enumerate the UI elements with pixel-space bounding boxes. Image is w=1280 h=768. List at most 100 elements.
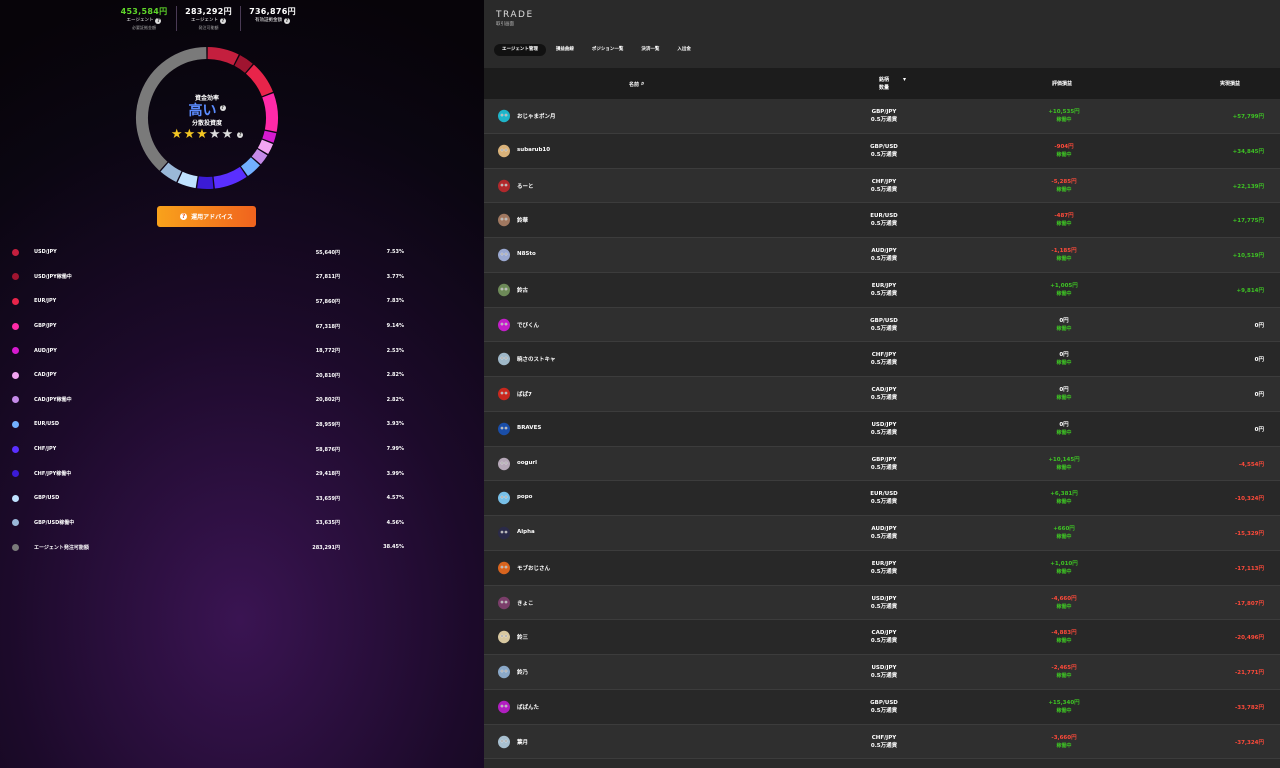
realized-pnl: +34,845円 — [1232, 148, 1264, 155]
agent-name[interactable]: N8Sto — [517, 251, 536, 257]
realized-pnl: -15,329円 — [1234, 531, 1264, 537]
tab-pnl-curve[interactable]: 損益曲線 — [548, 44, 582, 56]
eval-pnl: -487円 稼働中 — [1024, 212, 1104, 228]
table-row[interactable]: きょこ USD/JPY 0.5万通貨 -4,660円 稼働中 -17,807円 — [484, 585, 1280, 621]
filter-icon[interactable]: ▾ — [903, 76, 906, 83]
agent-name[interactable]: subarub10 — [517, 147, 550, 153]
advice-button[interactable]: ? 運用アドバイス — [157, 206, 256, 227]
tab-agent-management[interactable]: エージェント管理 — [494, 44, 546, 56]
agent-name[interactable]: BRAVES — [517, 425, 541, 431]
legend-dot — [12, 494, 19, 502]
allocation-name: エージェント発注可能額 — [34, 544, 89, 551]
table-row[interactable]: N8Sto AUD/JPY 0.5万通貨 -1,185円 稼働中 +10,519円 — [484, 238, 1280, 273]
help-icon[interactable]: ? — [237, 131, 244, 138]
eval-pnl: 0円 稼働中 — [1024, 317, 1104, 333]
agent-quantity: 0.5万通貨 — [870, 429, 898, 436]
agent-pair: EUR/USD 0.5万通貨 — [854, 490, 914, 506]
realized-pnl: 0円 — [1254, 322, 1264, 329]
table-row[interactable]: BRAVES USD/JPY 0.5万通貨 0円 稼働中 0円 — [484, 411, 1280, 447]
agent-avatar-icon — [498, 700, 510, 713]
table-row[interactable]: 鈴華 EUR/USD 0.5万通貨 -487円 稼働中 +17,775円 — [484, 203, 1280, 238]
table-row[interactable]: 鈴三 CAD/JPY 0.5万通貨 -4,883円 稼働中 -20,496円 — [484, 620, 1280, 655]
table-row[interactable]: モブおじさん EUR/JPY 0.5万通貨 +1,010円 稼働中 -17,113円 — [484, 550, 1280, 586]
table-row[interactable]: 暁さのストキャ CHF/JPY 0.5万通貨 0円 稼働中 0円 — [484, 342, 1280, 377]
agent-quantity: 0.5万通貨 — [870, 186, 898, 193]
table-row[interactable]: oogurl GBP/JPY 0.5万通貨 +10,145円 稼働中 -4,554円 — [484, 446, 1280, 482]
table-row[interactable]: ぱぱ7 CAD/JPY 0.5万通貨 0円 稼働中 0円 — [484, 377, 1280, 412]
agent-pair: CHF/JPY 0.5万通貨 — [854, 178, 914, 194]
allocation-percent: 2.82% — [386, 372, 404, 379]
agent-quantity: 0.5万通貨 — [870, 256, 898, 262]
agent-avatar-icon — [498, 492, 510, 505]
agent-name[interactable]: 鈴三 — [517, 633, 528, 641]
agent-quantity: 0.5万通貨 — [870, 325, 898, 332]
page-subtitle: 取引画面 — [496, 22, 514, 27]
agent-name[interactable]: 鈴古 — [517, 286, 528, 294]
agent-name[interactable]: popo — [517, 494, 532, 500]
table-row[interactable]: 鈴乃 USD/JPY 0.5万通貨 -2,465円 稼働中 -21,771円 — [484, 655, 1280, 690]
stat-required-margin: 453,584円 エージェント? 必要証拠金額 — [112, 6, 176, 31]
agent-avatar-icon — [498, 353, 510, 366]
status-label: 稼働中 — [1056, 221, 1072, 228]
agent-pair: USD/JPY 0.5万通貨 — [854, 421, 914, 437]
agent-quantity: 0.5万通貨 — [870, 673, 898, 679]
star-icon: ★ — [208, 126, 221, 142]
table-row[interactable]: Alpha AUD/JPY 0.5万通貨 +660円 稼働中 -15,329円 — [484, 516, 1280, 551]
agent-pair: GBP/JPY 0.5万通貨 — [854, 108, 914, 124]
agent-name[interactable]: きょこ — [517, 599, 534, 607]
tab-settlements[interactable]: 決済一覧 — [633, 44, 667, 56]
table-row[interactable]: 鈴古 EUR/JPY 0.5万通貨 +1,005円 稼働中 +9,814円 — [484, 272, 1280, 308]
allocation-percent: 4.56% — [386, 519, 404, 526]
question-icon: ? — [180, 213, 188, 220]
status-label: 稼働中 — [1056, 673, 1072, 679]
agent-name[interactable]: ぱぱ7 — [517, 390, 532, 398]
tab-deposit-withdraw[interactable]: 入出金 — [669, 44, 699, 56]
search-icon[interactable]: ⌕ — [641, 80, 644, 88]
agent-name[interactable]: 暁さのストキャ — [517, 355, 556, 363]
allocation-row: CHF/JPY稼働中 29,418円 3.99% — [0, 461, 484, 486]
header-name[interactable]: 名前 ⌕ — [629, 80, 644, 88]
allocation-name: CHF/JPY稼働中 — [34, 471, 72, 478]
agent-avatar-icon — [498, 179, 510, 192]
table-row[interactable]: popo EUR/USD 0.5万通貨 +6,381円 稼働中 -10,324円 — [484, 481, 1280, 516]
agent-pair: EUR/JPY 0.5万通貨 — [854, 282, 914, 298]
tab-positions[interactable]: ポジション一覧 — [584, 44, 632, 56]
agent-name[interactable]: oogurl — [517, 460, 537, 466]
agent-avatar-icon — [498, 735, 510, 748]
table-row[interactable]: でびくん GBP/USD 0.5万通貨 0円 稼働中 0円 — [484, 307, 1280, 343]
help-icon[interactable]: ? — [219, 18, 226, 24]
agent-name[interactable]: ぱぱんた — [517, 703, 539, 711]
agent-name[interactable]: Alpha — [517, 529, 535, 535]
agent-name[interactable]: モブおじさん — [517, 564, 550, 572]
agent-name[interactable]: おじゃまポン月 — [517, 112, 556, 120]
efficiency-level: 高い — [188, 102, 217, 119]
agent-avatar-icon — [498, 561, 510, 574]
table-row[interactable]: おじゃまポン月 GBP/JPY 0.5万通貨 +10,535円 稼働中 +57,799円 — [484, 99, 1280, 134]
help-icon[interactable]: ? — [284, 18, 290, 24]
agent-quantity: 0.5万通貨 — [870, 534, 898, 540]
agent-avatar-icon — [498, 248, 510, 262]
agent-avatar-icon — [498, 144, 510, 157]
table-row[interactable]: 葉月 CHF/JPY 0.5万通貨 -3,660円 稼働中 -37,324円 — [484, 724, 1280, 760]
allocation-percent: 3.77% — [386, 273, 404, 280]
agent-pair: AUD/JPY 0.5万通貨 — [854, 247, 914, 263]
agent-pair: CHF/JPY 0.5万通貨 — [854, 351, 914, 367]
status-label: 稼働中 — [1056, 360, 1072, 367]
agent-quantity: 0.5万通貨 — [870, 360, 898, 367]
agent-name[interactable]: 鈴乃 — [517, 668, 528, 676]
table-row[interactable]: ぱぱんた GBP/USD 0.5万通貨 +15,340円 稼働中 -33,782円 — [484, 689, 1280, 725]
agent-name[interactable]: 鈴華 — [517, 216, 528, 224]
agent-name[interactable]: でびくん — [517, 321, 539, 329]
allocation-percent: 7.83% — [386, 298, 404, 305]
star-icon: ★ — [170, 126, 183, 142]
help-icon[interactable]: ? — [219, 104, 226, 111]
agent-name[interactable]: るーと — [517, 182, 534, 190]
agent-name[interactable]: 葉月 — [517, 738, 528, 746]
table-row[interactable]: るーと CHF/JPY 0.5万通貨 -5,285円 稼働中 +22,139円 — [484, 168, 1280, 204]
agent-quantity: 0.5万通貨 — [870, 638, 898, 645]
table-row[interactable]: subarub10 GBP/USD 0.5万通貨 -904円 稼働中 +34,845円 — [484, 133, 1280, 169]
help-icon[interactable]: ? — [155, 18, 162, 24]
realized-pnl: +57,799円 — [1232, 114, 1264, 120]
star-icon: ★ — [196, 126, 208, 142]
legend-dot — [12, 420, 19, 428]
